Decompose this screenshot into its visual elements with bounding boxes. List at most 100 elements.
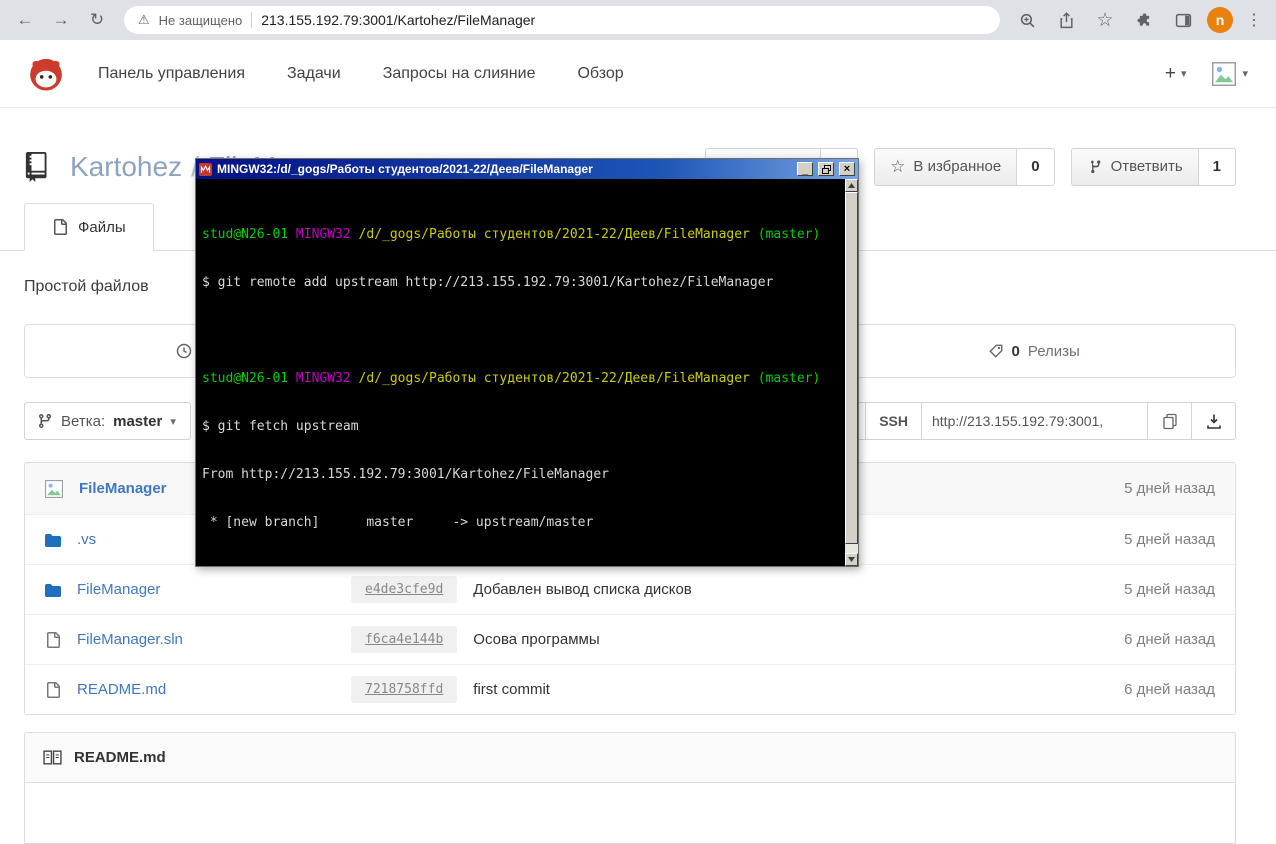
- star-group: ☆ В избранное 0: [874, 147, 1055, 186]
- latest-committer-link[interactable]: FileManager: [79, 480, 167, 497]
- browser-toolbar: ← → ↻ ⚠ Не защищено 213.155.192.79:3001/…: [0, 0, 1276, 40]
- star-button[interactable]: ☆ В избранное: [874, 147, 1018, 186]
- user-avatar-broken-image-icon: [1212, 61, 1237, 86]
- side-panel-icon[interactable]: [1168, 5, 1198, 35]
- branch-label: Ветка:: [61, 412, 106, 430]
- history-clock-icon: [176, 343, 192, 359]
- nav-explore[interactable]: Обзор: [577, 65, 623, 83]
- terminal-command-line: $ git remote add upstream http://213.155…: [202, 275, 774, 290]
- latest-commit-age: 5 дней назад: [1124, 480, 1215, 497]
- nav-pull-requests[interactable]: Запросы на слияние: [383, 65, 536, 83]
- star-label: В избранное: [913, 158, 1002, 175]
- table-row: FileManager e4de3cfe9d Добавлен вывод сп…: [25, 564, 1235, 614]
- mingw-app-icon: [199, 162, 212, 176]
- commit-hash-badge[interactable]: e4de3cfe9d: [351, 576, 458, 603]
- forward-icon[interactable]: →: [46, 5, 76, 35]
- not-secure-icon: ⚠: [138, 12, 150, 27]
- terminal-window[interactable]: MINGW32:/d/_gogs/Работы студентов/2021-2…: [195, 158, 859, 567]
- file-link[interactable]: FileManager.sln: [77, 631, 183, 648]
- user-menu[interactable]: ▾: [1212, 61, 1248, 86]
- share-icon[interactable]: [1051, 5, 1081, 35]
- commit-message[interactable]: Добавлен вывод списка дисков: [473, 581, 1124, 598]
- tag-icon: [988, 344, 1002, 358]
- file-link[interactable]: FileManager: [77, 581, 160, 598]
- table-row: README.md 7218758ffd first commit 6 дней…: [25, 664, 1235, 714]
- star-icon: ☆: [890, 157, 906, 176]
- plus-icon: +: [1164, 62, 1176, 84]
- tab-files[interactable]: Файлы: [24, 203, 154, 251]
- minimize-button[interactable]: _: [797, 162, 813, 176]
- scroll-down-icon[interactable]: [845, 553, 858, 566]
- omnibox-divider: [251, 12, 253, 28]
- folder-icon: [45, 533, 61, 547]
- branch-selector[interactable]: Ветка: master ▾: [24, 402, 191, 440]
- file-link[interactable]: .vs: [77, 531, 96, 548]
- commit-message[interactable]: Осова программы: [473, 631, 1124, 648]
- terminal-title: MINGW32:/d/_gogs/Работы студентов/2021-2…: [217, 162, 593, 176]
- stat-releases[interactable]: 0 Релизы: [831, 325, 1235, 377]
- star-count[interactable]: 0: [1017, 147, 1055, 186]
- commit-hash-badge[interactable]: f6ca4e144b: [351, 626, 458, 653]
- address-bar[interactable]: ⚠ Не защищено 213.155.192.79:3001/Kartoh…: [124, 6, 1000, 34]
- file-icon: [54, 219, 67, 235]
- scrollbar-track[interactable]: [845, 544, 858, 553]
- file-age: 6 дней назад: [1124, 631, 1215, 648]
- fork-label: Ответвить: [1110, 158, 1183, 175]
- fork-count[interactable]: 1: [1198, 147, 1236, 186]
- bookmark-star-icon[interactable]: ☆: [1090, 5, 1120, 35]
- download-icon: [1206, 414, 1221, 429]
- extensions-puzzle-icon[interactable]: [1129, 5, 1159, 35]
- restore-button[interactable]: [818, 162, 834, 176]
- file-link[interactable]: README.md: [77, 681, 166, 698]
- terminal-output[interactable]: stud@N26-01 MINGW32 /d/_gogs/Работы студ…: [196, 179, 845, 566]
- scrollbar-thumb[interactable]: [845, 192, 858, 544]
- chevron-down-icon: ▾: [170, 415, 176, 428]
- git-branch-icon: [39, 413, 51, 429]
- nav-issues[interactable]: Задачи: [287, 65, 341, 83]
- file-age: 5 дней назад: [1124, 531, 1215, 548]
- folder-icon: [45, 583, 61, 597]
- repo-book-icon: [25, 151, 47, 182]
- terminal-title-bar[interactable]: MINGW32:/d/_gogs/Работы студентов/2021-2…: [196, 159, 858, 179]
- releases-count: 0: [1011, 342, 1020, 360]
- browser-menu-icon[interactable]: ⋮: [1242, 10, 1266, 30]
- download-button[interactable]: [1192, 402, 1236, 440]
- clone-ssh-button[interactable]: SSH: [866, 402, 922, 440]
- gogs-navbar: Панель управления Задачи Запросы на слия…: [0, 40, 1276, 108]
- file-age: 6 дней назад: [1124, 681, 1215, 698]
- table-row: FileManager.sln f6ca4e144b Осова програм…: [25, 614, 1235, 664]
- back-icon[interactable]: ←: [10, 5, 40, 35]
- repo-owner-link[interactable]: Kartohez: [70, 151, 182, 183]
- branch-name: master: [113, 412, 163, 430]
- scroll-up-icon[interactable]: [845, 179, 858, 192]
- tab-files-label: Файлы: [78, 218, 126, 236]
- committer-avatar-broken-image-icon: [45, 479, 63, 498]
- terminal-output-line: From http://213.155.192.79:3001/Kartohez…: [202, 467, 609, 482]
- terminal-scrollbar[interactable]: [845, 179, 858, 566]
- restore-icon: [821, 164, 831, 174]
- clone-panel: HTTP SSH: [801, 402, 1236, 440]
- commit-message[interactable]: first commit: [473, 681, 1124, 698]
- close-button[interactable]: ×: [839, 162, 855, 176]
- commit-hash-badge[interactable]: 7218758ffd: [351, 676, 458, 703]
- fork-group: Ответвить 1: [1070, 147, 1236, 186]
- create-new-button[interactable]: + ▾: [1165, 63, 1187, 85]
- nav-dashboard[interactable]: Панель управления: [98, 65, 245, 83]
- clone-url-input[interactable]: [922, 402, 1148, 440]
- file-icon: [47, 631, 60, 648]
- gogs-logo[interactable]: [28, 56, 64, 92]
- terminal-output-line: * [new branch] master -> upstream/master: [202, 515, 594, 530]
- refresh-icon[interactable]: ↻: [82, 5, 112, 35]
- copy-url-button[interactable]: [1148, 402, 1192, 440]
- url-text: 213.155.192.79:3001/Kartohez/FileManager: [261, 12, 536, 28]
- readme-title: README.md: [74, 749, 166, 766]
- copy-icon: [1162, 413, 1177, 429]
- fork-button[interactable]: Ответвить: [1070, 147, 1199, 186]
- file-icon: [47, 681, 60, 698]
- releases-label: Релизы: [1027, 342, 1080, 360]
- zoom-icon[interactable]: [1012, 5, 1042, 35]
- chevron-down-icon: ▾: [1242, 68, 1248, 80]
- browser-profile-avatar[interactable]: n: [1207, 7, 1233, 33]
